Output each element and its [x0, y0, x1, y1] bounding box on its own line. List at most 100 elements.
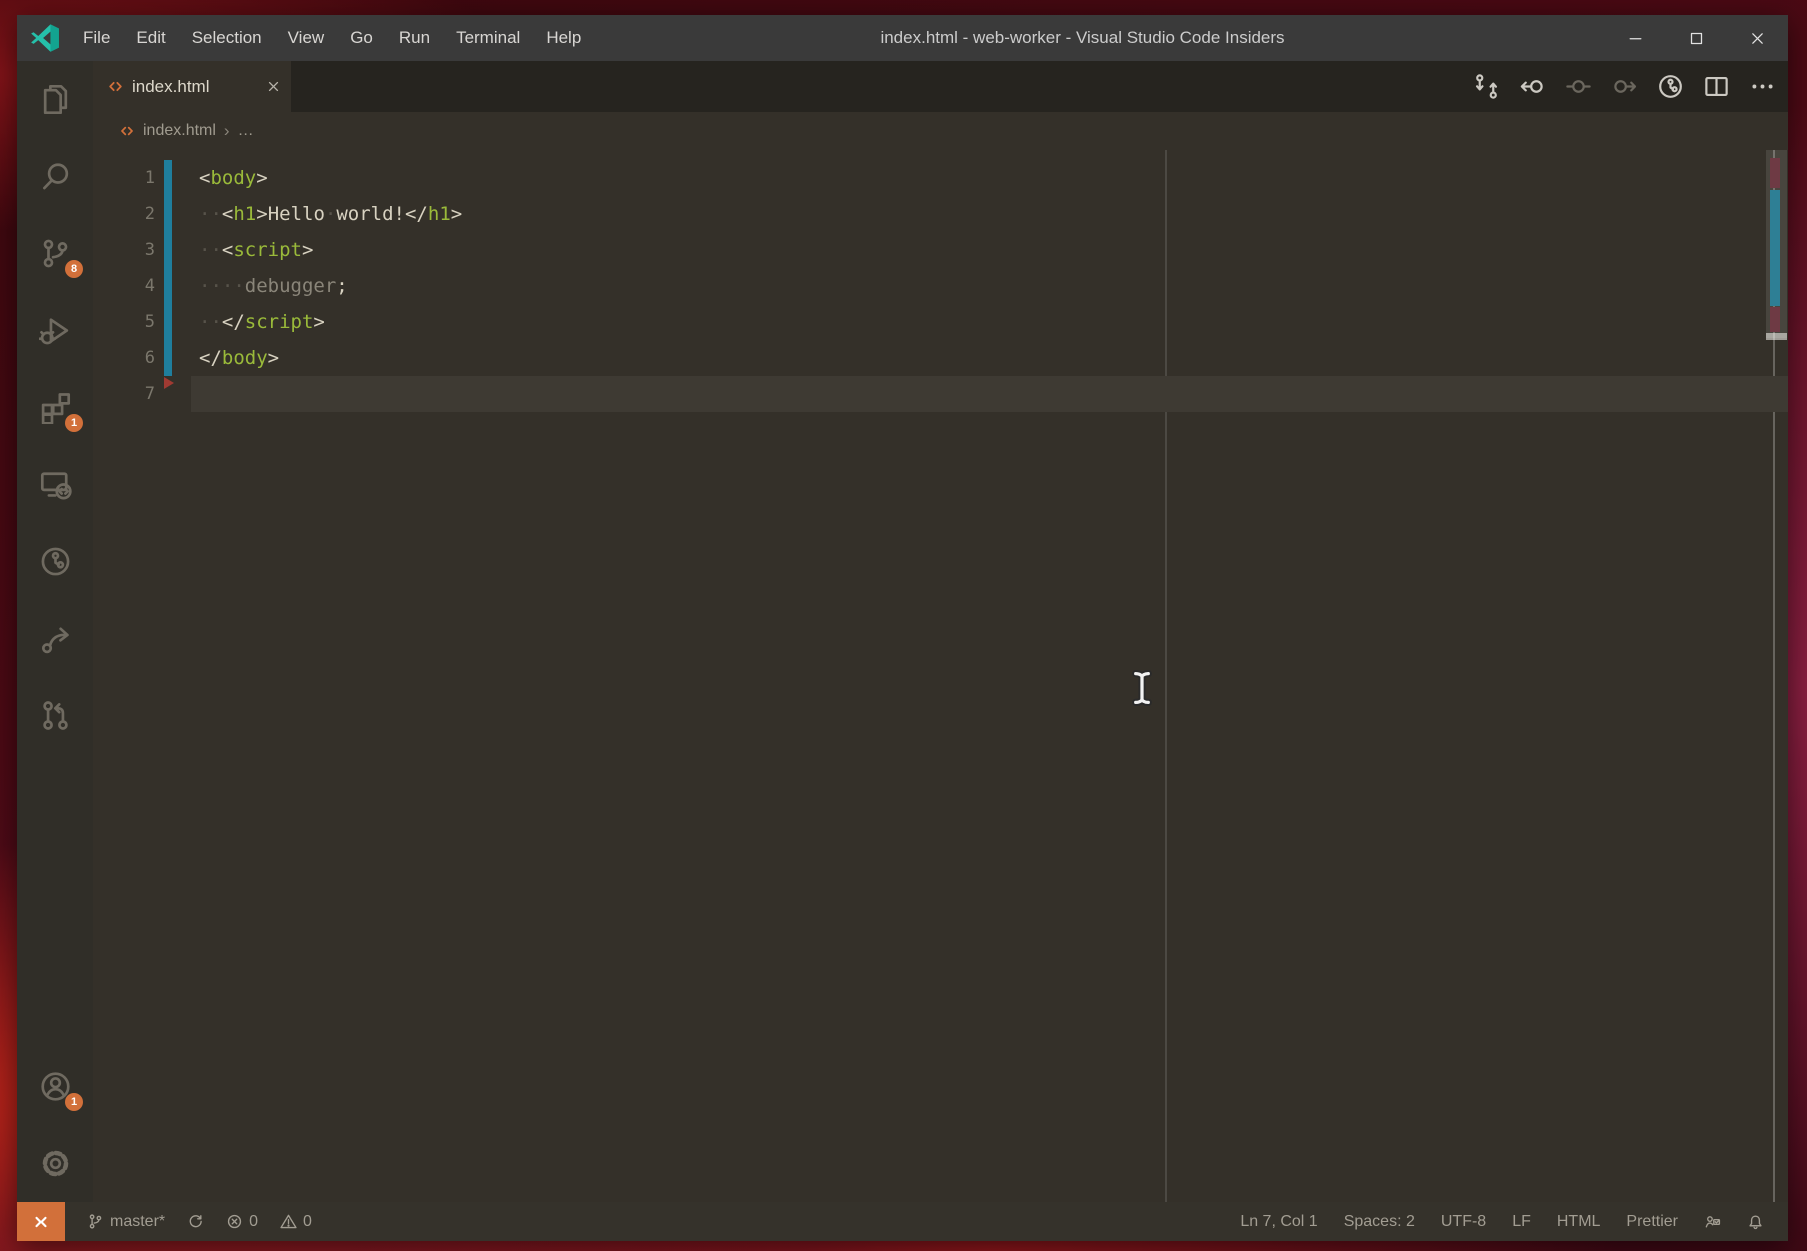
line-number: 6 [93, 340, 155, 376]
minimize-button[interactable] [1605, 15, 1666, 61]
status-bar: master* 0 0 Ln 7, Col 1 Spaces: 2 UTF-8 LF HTM… [17, 1202, 1788, 1241]
maximize-button[interactable] [1666, 15, 1727, 61]
badge: 8 [65, 260, 83, 278]
split-editor-button[interactable] [1703, 73, 1730, 100]
activity-live-share[interactable] [17, 600, 93, 677]
previous-change-button[interactable] [1565, 73, 1592, 100]
current-line-highlight [191, 376, 1788, 412]
vscode-window: FileEditSelectionViewGoRunTerminalHelp i… [17, 15, 1788, 1241]
feedback-icon [1704, 1213, 1721, 1230]
errors-count[interactable]: 0 [226, 1202, 258, 1241]
close-window-button[interactable] [1727, 15, 1788, 61]
notifications-bell[interactable] [1747, 1202, 1764, 1241]
indentation-label: Spaces: 2 [1344, 1213, 1415, 1231]
menu-view[interactable]: View [275, 15, 338, 61]
activity-pull-requests[interactable] [17, 677, 93, 754]
title-bar[interactable]: FileEditSelectionViewGoRunTerminalHelp i… [17, 15, 1788, 61]
badge: 1 [65, 414, 83, 432]
activity-remote-explorer[interactable] [17, 446, 93, 523]
line-number: 1 [93, 160, 155, 196]
code-text: <body> [199, 160, 268, 196]
warnings-count-label: 0 [303, 1213, 312, 1231]
activity-source-control[interactable]: 8 [17, 215, 93, 292]
navigate-back-button[interactable] [1519, 73, 1546, 100]
code-line[interactable]: 2··<h1>Hello·world!</h1> [93, 196, 1788, 232]
menu-go[interactable]: Go [337, 15, 386, 61]
code-text: ····debugger; [199, 268, 348, 304]
code-text: </body> [199, 340, 279, 376]
git-branch[interactable]: master* [87, 1202, 165, 1241]
bell-icon [1747, 1213, 1764, 1230]
end-of-line-label: LF [1512, 1213, 1531, 1231]
language-mode[interactable]: HTML [1557, 1202, 1601, 1241]
breadcrumb-file[interactable]: index.html [143, 122, 216, 140]
menu-edit[interactable]: Edit [123, 15, 178, 61]
code-editor[interactable]: 1 <body>2··<h1>Hello·world!</h1>3··<scrip… [93, 150, 1788, 1202]
next-change-button[interactable] [1611, 73, 1638, 100]
line-number: 4 [93, 268, 155, 304]
formatter[interactable]: Prettier [1626, 1202, 1678, 1241]
run-debug-icon [39, 314, 72, 347]
activity-extensions[interactable]: 1 [17, 369, 93, 446]
error-icon [226, 1213, 243, 1230]
tab-close-icon[interactable] [266, 79, 281, 94]
cursor-position-label: Ln 7, Col 1 [1240, 1213, 1317, 1231]
more-actions-icon [1749, 73, 1776, 100]
code-line[interactable]: 7 [93, 376, 1788, 412]
badge: 1 [65, 1093, 83, 1111]
gear-icon [39, 1147, 72, 1180]
activity-timeline[interactable] [17, 523, 93, 600]
menu-run[interactable]: Run [386, 15, 443, 61]
menu-help[interactable]: Help [533, 15, 594, 61]
code-line[interactable]: 1 <body> [93, 160, 1788, 196]
accounts-button[interactable]: 1 [17, 1048, 93, 1125]
git-modified-gutter-bar [164, 232, 172, 268]
git-modified-gutter-bar [164, 340, 172, 376]
minimize-icon [1627, 30, 1644, 47]
encoding[interactable]: UTF-8 [1441, 1202, 1486, 1241]
timeline-icon [1657, 73, 1684, 100]
activity-run-and-debug[interactable] [17, 292, 93, 369]
end-of-line[interactable]: LF [1512, 1202, 1531, 1241]
open-changes-icon [1473, 73, 1500, 100]
sync-changes-button[interactable] [187, 1202, 204, 1241]
open-timeline-button[interactable] [1657, 73, 1684, 100]
git-branch-label: master* [110, 1213, 165, 1231]
code-line[interactable]: 6 </body> [93, 340, 1788, 376]
remote-explorer-icon [39, 468, 72, 501]
settings-gear-button[interactable] [17, 1125, 93, 1202]
feedback-button[interactable] [1704, 1202, 1721, 1241]
remote-indicator[interactable] [17, 1202, 65, 1241]
git-modified-gutter-bar [164, 304, 172, 340]
open-changes-button[interactable] [1473, 73, 1500, 100]
breadcrumb: index.html › … [93, 112, 1788, 150]
menu-file[interactable]: File [70, 15, 123, 61]
menu-terminal[interactable]: Terminal [443, 15, 533, 61]
line-number: 7 [93, 376, 155, 412]
activity-search[interactable] [17, 138, 93, 215]
activity-explorer[interactable] [17, 61, 93, 138]
cursor-position[interactable]: Ln 7, Col 1 [1240, 1202, 1317, 1241]
code-line[interactable]: 3··<script> [93, 232, 1788, 268]
menu-bar: FileEditSelectionViewGoRunTerminalHelp [70, 15, 594, 61]
split-editor-icon [1703, 73, 1730, 100]
next-change-icon [1611, 73, 1638, 100]
more-actions-button[interactable] [1749, 73, 1776, 100]
warnings-count[interactable]: 0 [280, 1202, 312, 1241]
explorer-icon [39, 83, 72, 116]
mouse-ibeam-cursor [1131, 670, 1153, 710]
window-controls [1605, 15, 1788, 61]
breadcrumb-more[interactable]: … [238, 122, 254, 140]
indentation[interactable]: Spaces: 2 [1344, 1202, 1415, 1241]
tab-index-html[interactable]: index.html [93, 61, 291, 112]
chevron-right-icon: › [224, 121, 230, 141]
prev-change-icon [1565, 73, 1592, 100]
activity-bar: 8 1 1 [17, 61, 93, 1202]
search-icon [39, 160, 72, 193]
code-line[interactable]: 5··</script> [93, 304, 1788, 340]
line-number: 3 [93, 232, 155, 268]
git-modified-gutter-bar [164, 160, 172, 196]
menu-selection[interactable]: Selection [179, 15, 275, 61]
language-mode-label: HTML [1557, 1213, 1601, 1231]
code-line[interactable]: 4 ····debugger; [93, 268, 1788, 304]
